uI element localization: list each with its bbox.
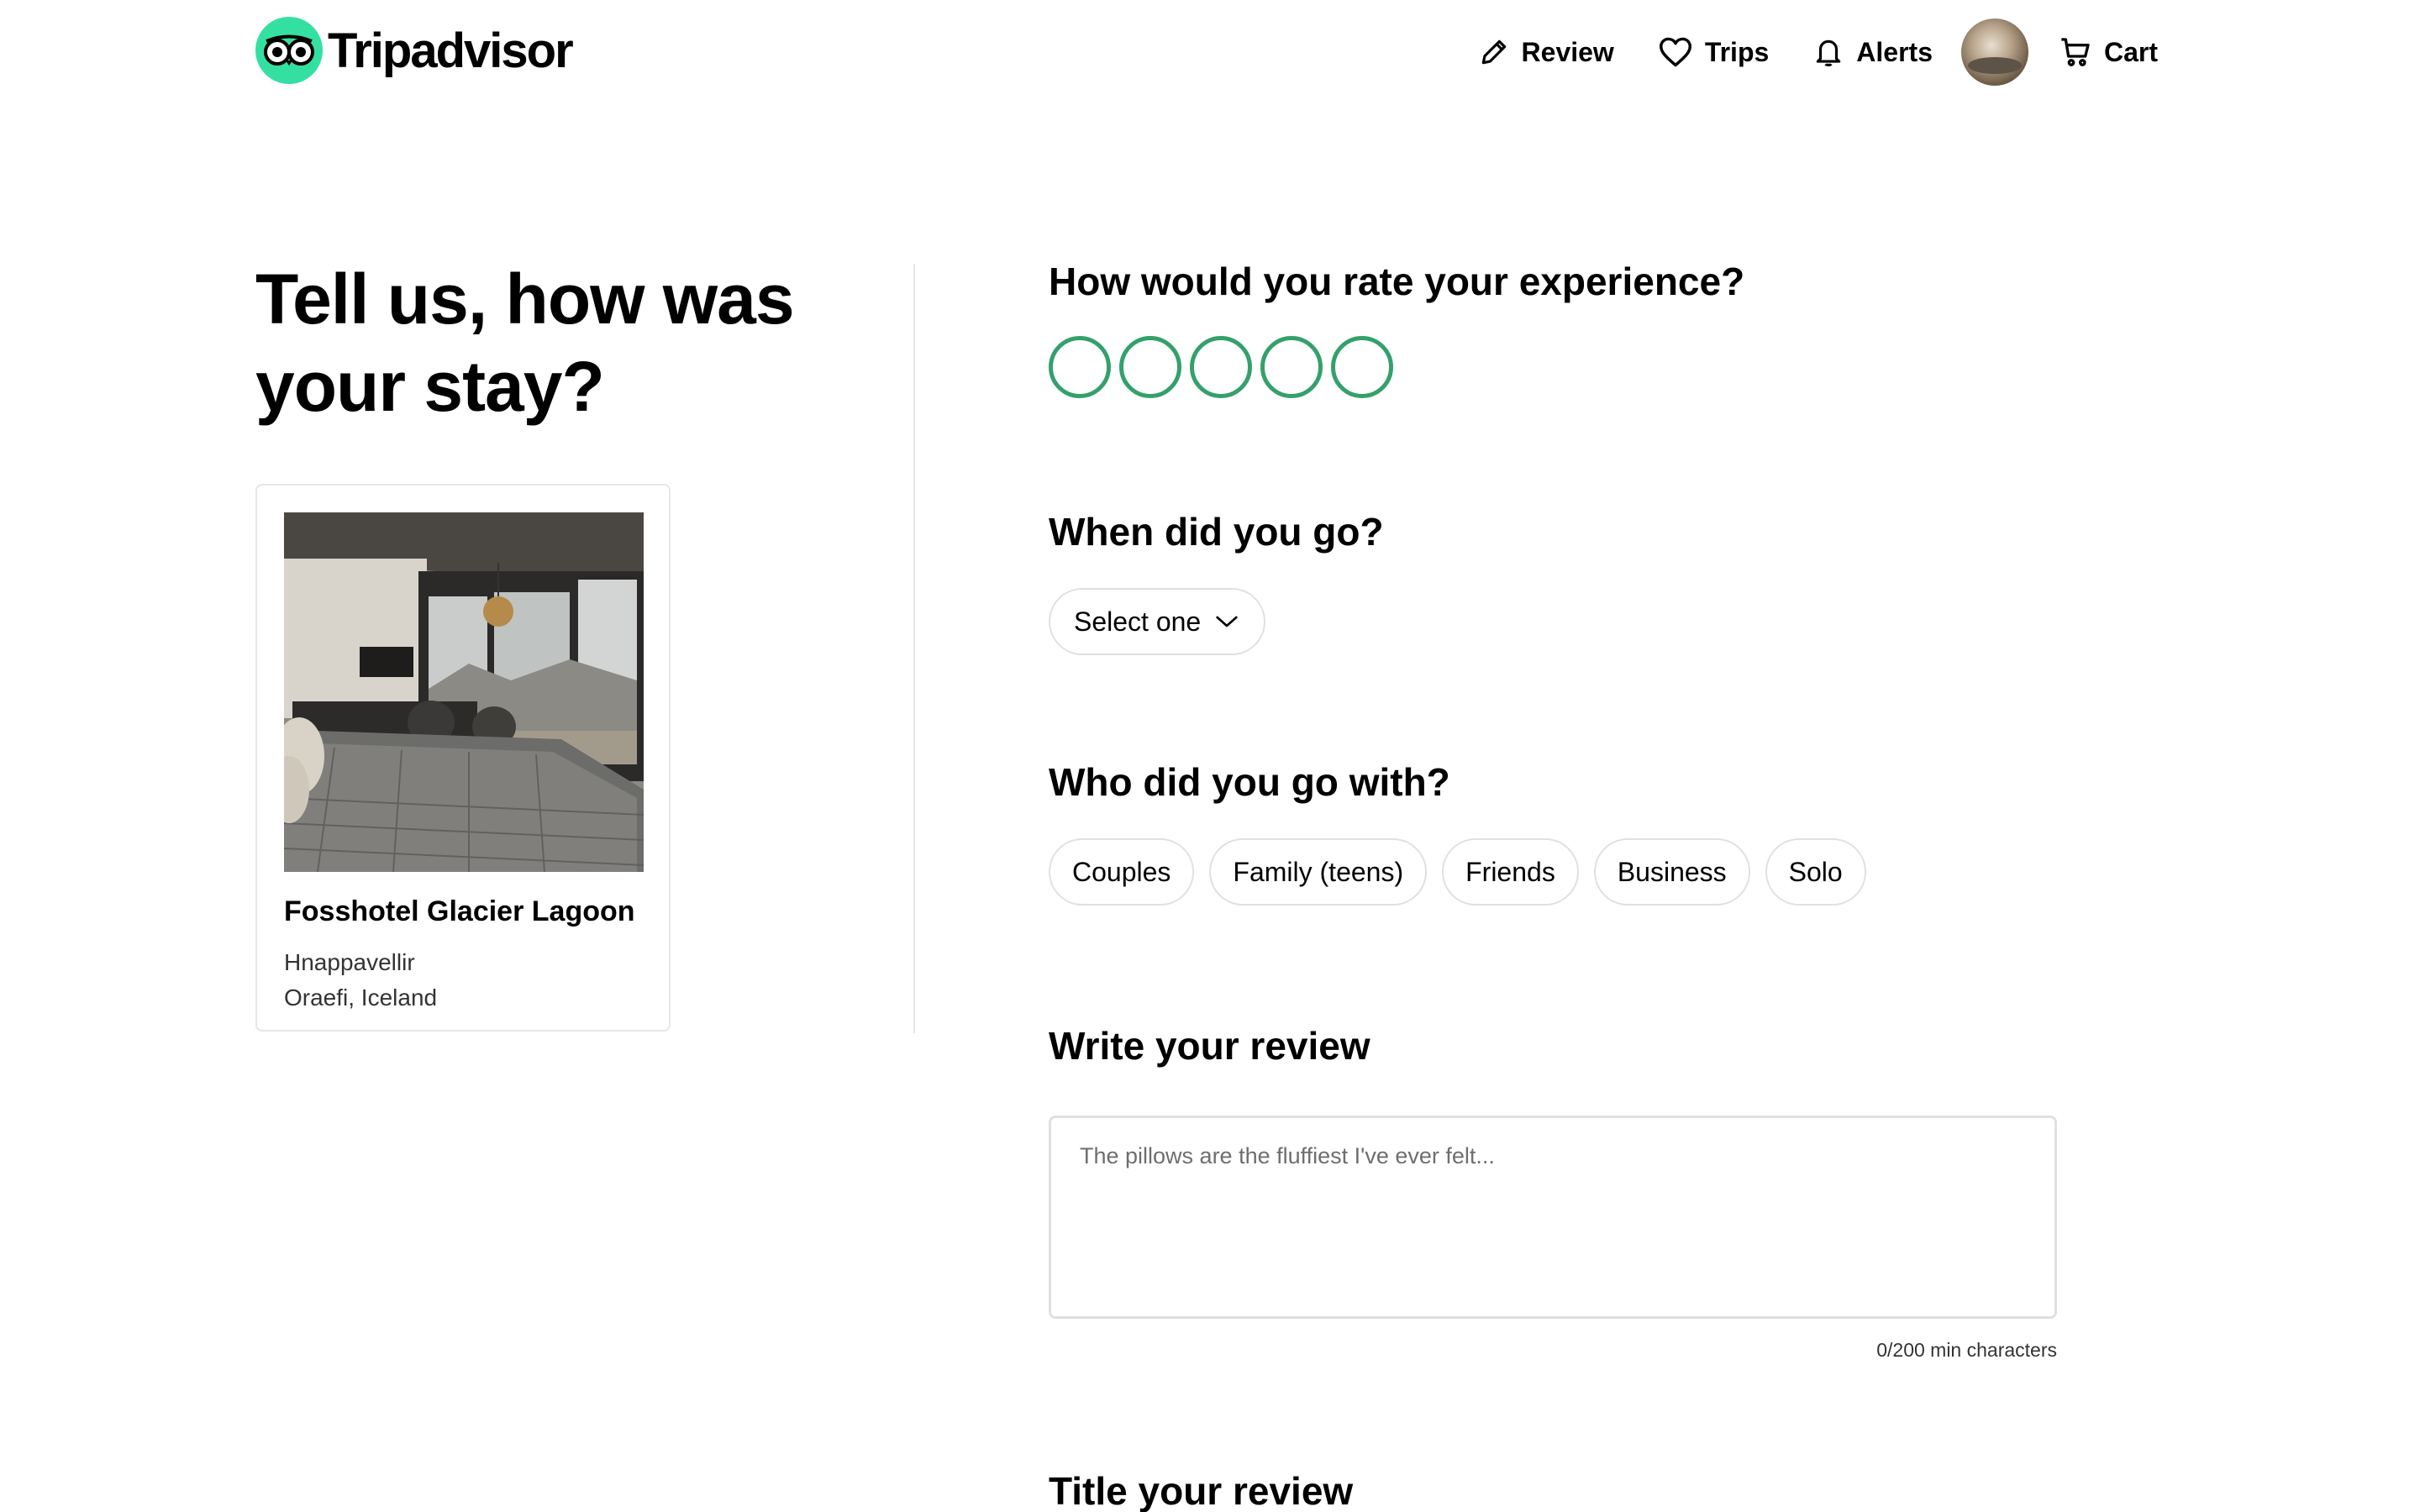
page-title-line-2: your stay? <box>255 347 605 426</box>
nav-trips-label: Trips <box>1704 36 1770 67</box>
chevron-down-icon <box>1216 616 1238 627</box>
rating-bubble-5[interactable] <box>1331 336 1393 398</box>
trip-type-friends[interactable]: Friends <box>1442 838 1579 906</box>
trip-type-family-teens[interactable]: Family (teens) <box>1209 838 1428 906</box>
rating-bubble-4[interactable] <box>1260 336 1323 398</box>
write-review-page: Tripadvisor Review Trips Alerts Cart Tel… <box>0 0 2420 1512</box>
top-nav: Review Trips Alerts Cart <box>1434 18 2158 86</box>
hotel-photo <box>284 512 644 872</box>
hotel-area: Hnappavellir <box>284 949 415 975</box>
trip-type-solo[interactable]: Solo <box>1765 838 1866 906</box>
trip-type-couples[interactable]: Couples <box>1049 838 1195 906</box>
page-title-line-1: Tell us, how was <box>255 260 795 339</box>
tripadvisor-logo[interactable]: Tripadvisor <box>255 17 574 84</box>
visit-date-select[interactable]: Select one <box>1049 588 1265 655</box>
column-divider <box>913 264 915 1033</box>
bell-icon <box>1817 39 1841 67</box>
title-review-heading: Title your review <box>1049 1469 1354 1512</box>
rating-bubble-3[interactable] <box>1190 336 1252 398</box>
rating-question: How would you rate your experience? <box>1049 260 1745 303</box>
trip-type-options: Couples Family (teens) Friends Business … <box>1049 838 1881 906</box>
trip-type-business[interactable]: Business <box>1593 838 1750 906</box>
nav-alerts-link[interactable]: Alerts <box>1812 35 1933 69</box>
nav-alerts-label: Alerts <box>1856 36 1933 67</box>
user-avatar[interactable] <box>1960 18 2028 86</box>
brand-name: Tripadvisor <box>328 23 574 78</box>
who-question: Who did you go with? <box>1049 760 1450 804</box>
pencil-icon <box>1481 39 1506 65</box>
hotel-card: Fosshotel Glacier Lagoon Hnappavellir Or… <box>255 484 671 1032</box>
nav-cart-label: Cart <box>2103 36 2158 67</box>
rating-bubble-1[interactable] <box>1049 336 1111 398</box>
nav-review-label: Review <box>1521 36 1614 67</box>
review-char-counter: 0/200 min characters <box>1876 1339 2057 1361</box>
hotel-location: Oraefi, Iceland <box>284 984 438 1011</box>
cart-icon <box>2061 38 2090 66</box>
hotel-name[interactable]: Fosshotel Glacier Lagoon <box>284 895 635 928</box>
write-review-heading: Write your review <box>1049 1024 1370 1068</box>
rating-bubbles <box>1049 336 1402 398</box>
nav-cart-link[interactable]: Cart <box>2059 35 2158 69</box>
heart-icon <box>1659 37 1691 67</box>
owl-logo-icon <box>255 17 323 84</box>
nav-review-link[interactable]: Review <box>1478 36 1614 68</box>
when-question: When did you go? <box>1049 510 1384 554</box>
visit-date-select-label: Select one <box>1074 606 1202 637</box>
page-title: Tell us, how was your stay? <box>255 255 860 430</box>
review-text-field[interactable] <box>1049 1116 2057 1319</box>
rating-bubble-2[interactable] <box>1119 336 1181 398</box>
nav-trips-link[interactable]: Trips <box>1658 36 1769 68</box>
